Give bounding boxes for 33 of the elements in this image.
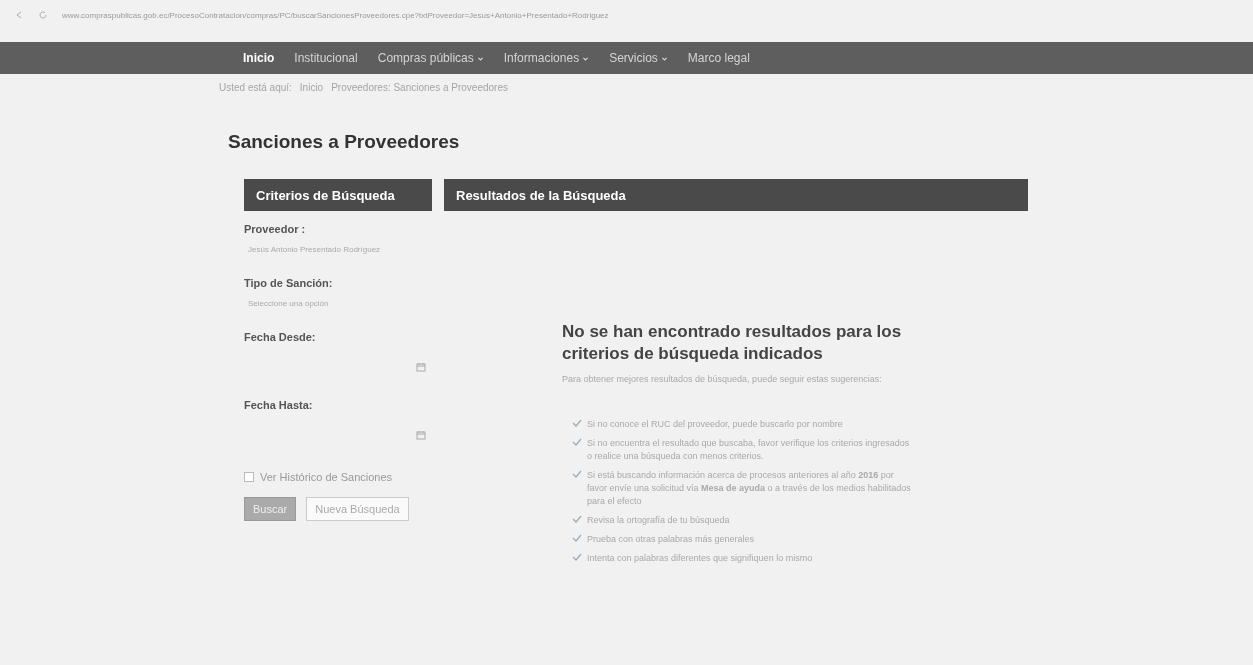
field-label: Fecha Desde: [244, 331, 317, 343]
tip-text: Intenta con palabras diferentes que signifiquen lo mismo [587, 552, 813, 565]
field-label: Fecha Hasta: [244, 399, 314, 411]
reset-button[interactable]: Nueva Búsqueda [306, 497, 409, 521]
nav-link[interactable]: Institucional [294, 51, 358, 65]
field-label: Proveedor : [244, 223, 307, 235]
calendar-icon[interactable] [416, 430, 426, 440]
tip-text: Revisa la ortografía de tu búsqueda [587, 514, 730, 527]
calendar-icon[interactable] [416, 362, 426, 372]
checkbox-label: Ver Histórico de Sanciones [260, 471, 393, 483]
nav-link[interactable]: Compras públicas [377, 51, 484, 65]
back-icon[interactable] [14, 10, 24, 20]
search-button[interactable]: Buscar [244, 497, 297, 521]
page-title: Sanciones a Proveedores [228, 131, 461, 153]
select-field[interactable]: Seleccione una opción [248, 299, 494, 311]
nav-link[interactable]: Marco legal [687, 51, 750, 65]
nav-link[interactable]: Informaciones [503, 51, 590, 65]
intro-text: Para obtener mejores resultados de búsqueda, puede seguir estas sugerencias: [562, 373, 883, 386]
check-icon [572, 469, 582, 479]
breadcrumb-link[interactable]: Inicio [299, 82, 324, 93]
address-bar-url[interactable]: www.compraspublicas.gob.ec/ProcesoContratacion/compras/PC/buscarSancionesProveedores.cpe?txtProveedor=Jesus+Antonio+Presentado+Rodriguez [62, 10, 609, 20]
panel-header: Criterios de Búsqueda [244, 179, 432, 211]
input-field[interactable]: Jesús Antonio Presentado Rodríguez [248, 245, 494, 257]
nav-link[interactable]: Inicio [243, 51, 275, 65]
panel-header: Resultados de la Búsqueda [444, 179, 1028, 211]
breadcrumb-prefix: Usted está aquí: [219, 82, 292, 93]
breadcrumb-link[interactable]: Proveedores: Sanciones a Proveedores [331, 82, 508, 93]
no-results-heading: No se han encontrado resultados para los criterios de búsqueda indicados [562, 321, 903, 365]
field-label: Tipo de Sanción: [244, 277, 334, 289]
nav-link[interactable]: Servicios [609, 51, 668, 65]
tip-text: Prueba con otras palabras más generales [587, 533, 755, 546]
checkbox[interactable] [244, 472, 254, 482]
reload-icon[interactable] [38, 10, 48, 20]
